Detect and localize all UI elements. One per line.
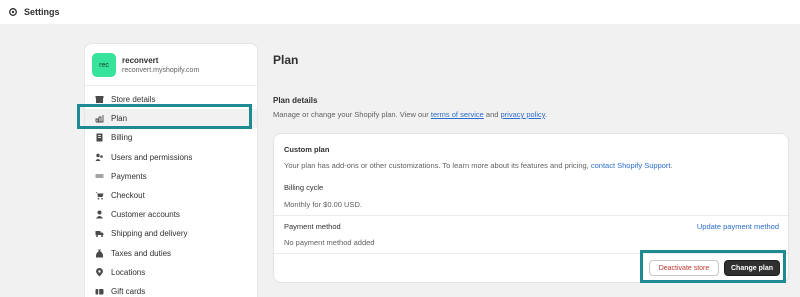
sidebar-item-customer-accounts[interactable]: Customer accounts: [85, 205, 257, 224]
sidebar-item-taxes[interactable]: Taxes and duties: [85, 244, 257, 263]
users-icon: [95, 153, 104, 162]
privacy-policy-link[interactable]: privacy policy: [501, 110, 545, 119]
sidebar-item-label: Gift cards: [111, 286, 146, 296]
store-domain: reconvert.myshopify.com: [122, 66, 200, 74]
deactivate-store-button[interactable]: Deactivate store: [649, 260, 719, 276]
person-icon: [95, 210, 104, 219]
sidebar-item-gift-cards[interactable]: Gift cards: [85, 282, 257, 297]
billing-cycle-title: Billing cycle: [284, 183, 324, 192]
money-bag-icon: [95, 249, 104, 258]
billing-cycle-text: Monthly for $0.00 USD.: [284, 200, 362, 209]
change-plan-button[interactable]: Change plan: [724, 260, 780, 276]
plan-details-description: Manage or change your Shopify plan. View…: [273, 110, 547, 119]
sidebar-item-label: Taxes and duties: [111, 248, 172, 258]
gear-icon: [8, 7, 18, 17]
cart-icon: [95, 191, 104, 200]
sidebar-item-label: Payments: [111, 171, 147, 181]
terms-of-service-link[interactable]: terms of service: [431, 110, 484, 119]
settings-sidebar: rec reconvert reconvert.myshopify.com St…: [84, 43, 258, 297]
payments-icon: [95, 172, 104, 181]
sidebar-item-label: Billing: [111, 133, 133, 143]
settings-nav: Store details Plan Billing Users and per…: [85, 86, 257, 297]
sidebar-item-store-details[interactable]: Store details: [85, 90, 257, 109]
truck-icon: [95, 229, 104, 238]
sidebar-item-users[interactable]: Users and permissions: [85, 148, 257, 167]
sidebar-item-label: Plan: [111, 114, 128, 124]
support-period: .: [670, 161, 673, 170]
sidebar-item-label: Shipping and delivery: [111, 229, 188, 239]
sidebar-item-label: Customer accounts: [111, 210, 180, 220]
sidebar-item-shipping[interactable]: Shipping and delivery: [85, 224, 257, 243]
store-name: reconvert: [122, 55, 159, 65]
card-divider: [274, 215, 788, 216]
store-avatar: rec: [92, 53, 116, 77]
sidebar-item-checkout[interactable]: Checkout: [85, 186, 257, 205]
settings-header: Settings: [0, 0, 800, 24]
custom-plan-description: Your plan has add-ons or other customiza…: [284, 161, 591, 170]
custom-plan-text: Your plan has add-ons or other customiza…: [284, 161, 673, 170]
sidebar-item-locations[interactable]: Locations: [85, 263, 257, 282]
sidebar-item-billing[interactable]: Billing: [85, 128, 257, 147]
payment-method-title: Payment method: [284, 222, 341, 231]
location-pin-icon: [95, 267, 104, 277]
billing-icon: [95, 133, 104, 142]
custom-plan-title: Custom plan: [284, 145, 330, 154]
store-header[interactable]: rec reconvert reconvert.myshopify.com: [85, 44, 257, 86]
sidebar-item-label: Users and permissions: [111, 152, 193, 162]
sidebar-item-label: Locations: [111, 267, 146, 277]
period-text: .: [544, 110, 548, 119]
plan-details-heading: Plan details: [273, 96, 318, 105]
and-text: and: [483, 110, 501, 119]
sidebar-item-plan[interactable]: Plan: [85, 109, 257, 129]
contact-support-link[interactable]: contact Shopify Support: [591, 161, 671, 170]
store-icon: [95, 95, 104, 104]
sidebar-item-label: Checkout: [111, 191, 145, 201]
gift-card-icon: [95, 287, 104, 296]
payment-method-text: No payment method added: [284, 238, 375, 247]
page-title: Plan: [273, 53, 299, 67]
plan-chart-icon: [95, 114, 104, 123]
plan-details-text: Manage or change your Shopify plan. View…: [273, 110, 431, 119]
settings-title: Settings: [24, 7, 60, 17]
sidebar-item-label: Store details: [111, 95, 156, 105]
plan-card: Custom plan Your plan has add-ons or oth…: [273, 133, 789, 283]
update-payment-method-link[interactable]: Update payment method: [697, 222, 779, 231]
card-footer-divider: [274, 253, 788, 254]
sidebar-item-payments[interactable]: Payments: [85, 167, 257, 186]
